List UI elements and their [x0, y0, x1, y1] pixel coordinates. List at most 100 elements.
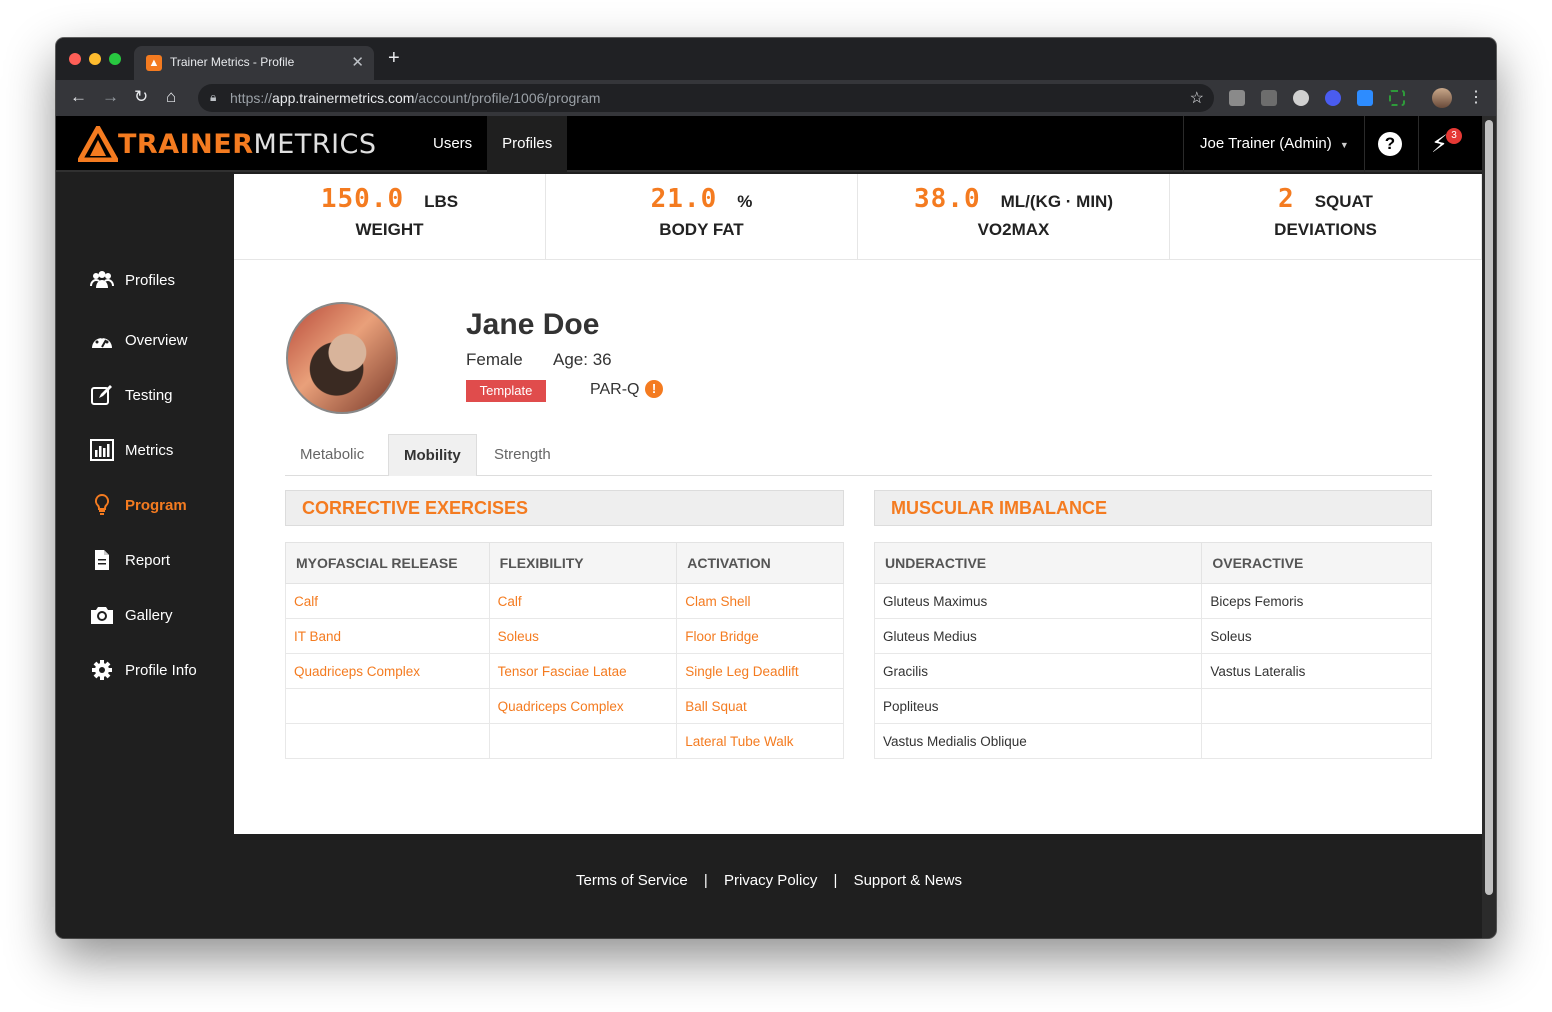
help-icon[interactable]: ?: [1378, 132, 1402, 156]
sidebar-item-profiles[interactable]: Profiles ⌄: [90, 268, 241, 292]
stat-label: VO2MAX: [977, 220, 1050, 239]
profile-name: Jane Doe: [466, 308, 600, 341]
lock-icon: 🔒︎: [210, 90, 217, 104]
extension-zoom-icon[interactable]: [1357, 90, 1373, 106]
nav-users[interactable]: Users: [418, 116, 487, 172]
table-row: Gluteus Medius Soleus: [873, 618, 1432, 654]
exercise-link[interactable]: Quadriceps Complex: [285, 653, 490, 689]
page-scrollbar[interactable]: [1482, 116, 1496, 938]
table-row: Lateral Tube Walk: [285, 723, 844, 759]
close-tab-icon[interactable]: ✕: [351, 53, 364, 71]
nav-profiles[interactable]: Profiles: [487, 116, 568, 172]
corrective-exercises-table: MYOFASCIAL RELEASE FLEXIBILITY ACTIVATIO…: [285, 542, 844, 759]
sidebar-item-testing[interactable]: Testing: [90, 383, 173, 407]
exercise-link[interactable]: IT Band: [285, 618, 490, 654]
table-row: Gracilis Vastus Lateralis: [873, 653, 1432, 689]
empty-cell: [285, 723, 490, 759]
support-news-link[interactable]: Support & News: [854, 872, 962, 889]
reload-icon[interactable]: ↻: [134, 87, 148, 107]
terms-of-service-link[interactable]: Terms of Service: [576, 872, 688, 889]
muscle-cell: [1201, 688, 1432, 724]
warning-icon[interactable]: !: [645, 380, 663, 398]
profile-gender: Female: [466, 350, 523, 369]
tab-strength[interactable]: Strength: [479, 434, 566, 476]
footer-links: Terms of Service | Privacy Policy | Supp…: [56, 872, 1482, 889]
extension-screenshot-icon[interactable]: [1389, 90, 1405, 106]
sidebar-item-metrics[interactable]: Metrics: [90, 438, 173, 462]
extension-g-icon[interactable]: [1229, 90, 1245, 106]
exercise-link[interactable]: Floor Bridge: [676, 618, 844, 654]
muscular-imbalance-heading: MUSCULAR IMBALANCE: [874, 490, 1432, 526]
lightbulb-icon: [90, 494, 114, 516]
forward-icon[interactable]: →: [102, 87, 119, 107]
zoom-window-button[interactable]: [109, 53, 121, 65]
home-icon[interactable]: ⌂: [166, 87, 176, 107]
bookmark-star-icon[interactable]: ☆: [1190, 88, 1204, 108]
exercise-link[interactable]: Single Leg Deadlift: [676, 653, 844, 689]
sidebar: Profiles ⌄ Overview Testing Metrics: [56, 174, 241, 834]
sidebar-item-gallery[interactable]: Gallery: [90, 603, 173, 627]
muscle-cell: Popliteus: [873, 688, 1203, 724]
tab-mobility[interactable]: Mobility: [388, 434, 477, 476]
top-nav: Users Profiles: [418, 116, 568, 172]
browser-tab[interactable]: ▲ Trainer Metrics - Profile ✕: [134, 46, 374, 80]
user-menu[interactable]: Joe Trainer (Admin) ▼: [1183, 116, 1365, 172]
sidebar-item-overview[interactable]: Overview: [90, 328, 188, 352]
exercise-link[interactable]: Quadriceps Complex: [488, 688, 678, 724]
stat-body-fat: 21.0% BODY FAT: [546, 174, 858, 260]
sidebar-item-label: Report: [125, 551, 171, 569]
notifications-button[interactable]: ⚡︎ 3: [1418, 116, 1482, 172]
muscular-imbalance-table: UNDERACTIVE OVERACTIVE Gluteus Maximus B…: [873, 542, 1432, 759]
browser-profile-avatar[interactable]: [1432, 88, 1452, 108]
browser-toolbar: ← → ↻ ⌂ 🔒︎ https://app.trainermetrics.co…: [56, 80, 1496, 116]
table-row: Gluteus Maximus Biceps Femoris: [873, 583, 1432, 619]
exercise-link[interactable]: Calf: [285, 583, 490, 619]
sidebar-item-label: Testing: [125, 386, 173, 404]
muscle-cell: Gluteus Maximus: [873, 583, 1203, 619]
muscle-cell: Gluteus Medius: [873, 618, 1203, 654]
dashboard-icon: [90, 329, 114, 351]
extension-shield-icon[interactable]: [1325, 90, 1341, 106]
close-window-button[interactable]: [69, 53, 81, 65]
sidebar-item-label: Metrics: [125, 441, 174, 459]
muscle-cell: Vastus Medialis Oblique: [873, 723, 1203, 759]
exercise-link[interactable]: Lateral Tube Walk: [676, 723, 844, 759]
extension-hubspot-icon[interactable]: [1261, 90, 1277, 106]
exercise-link[interactable]: Clam Shell: [676, 583, 844, 619]
parq-label[interactable]: PAR-Q: [590, 381, 639, 399]
stat-weight: 150.0 LBS WEIGHT: [234, 174, 546, 260]
stat-unit: SQUAT: [1314, 192, 1373, 211]
sidebar-item-program[interactable]: Program: [90, 493, 187, 517]
scrollbar-thumb[interactable]: [1485, 120, 1493, 895]
stat-value: 2: [1278, 184, 1295, 214]
back-icon[interactable]: ←: [70, 87, 87, 107]
muscle-cell: Vastus Lateralis: [1201, 653, 1432, 689]
muscle-cell: [1201, 723, 1432, 759]
extension-circle-icon[interactable]: [1293, 90, 1309, 106]
new-tab-icon[interactable]: +: [388, 48, 400, 68]
exercise-link[interactable]: Ball Squat: [676, 688, 844, 724]
exercise-link[interactable]: Calf: [488, 583, 678, 619]
address-bar[interactable]: 🔒︎ https://app.trainermetrics.com/accoun…: [198, 84, 1214, 112]
tab-title: Trainer Metrics - Profile: [170, 55, 295, 69]
table-row: Vastus Medialis Oblique: [873, 723, 1432, 759]
tab-metabolic[interactable]: Metabolic: [285, 434, 379, 476]
muscle-cell: Biceps Femoris: [1201, 583, 1432, 619]
notification-badge: 3: [1446, 128, 1462, 144]
exercise-link[interactable]: Tensor Fasciae Latae: [488, 653, 678, 689]
sidebar-item-report[interactable]: Report: [90, 548, 170, 572]
trainermetrics-logo[interactable]: TRAINER METRICS: [78, 124, 377, 164]
muscle-cell: Soleus: [1201, 618, 1432, 654]
gear-icon: [90, 659, 114, 681]
logo-text-trainer: TRAINER: [118, 128, 254, 160]
sidebar-item-profile-info[interactable]: Profile Info: [90, 658, 197, 682]
bar-chart-icon: [90, 439, 114, 461]
browser-menu-icon[interactable]: ⋮: [1468, 87, 1484, 107]
minimize-window-button[interactable]: [89, 53, 101, 65]
footer-separator: |: [703, 872, 708, 889]
sidebar-item-label: Overview: [125, 331, 188, 349]
stat-value: 150.0: [320, 184, 405, 214]
exercise-link[interactable]: Soleus: [488, 618, 678, 654]
stat-label: DEVIATIONS: [1274, 220, 1377, 239]
privacy-policy-link[interactable]: Privacy Policy: [724, 872, 817, 889]
